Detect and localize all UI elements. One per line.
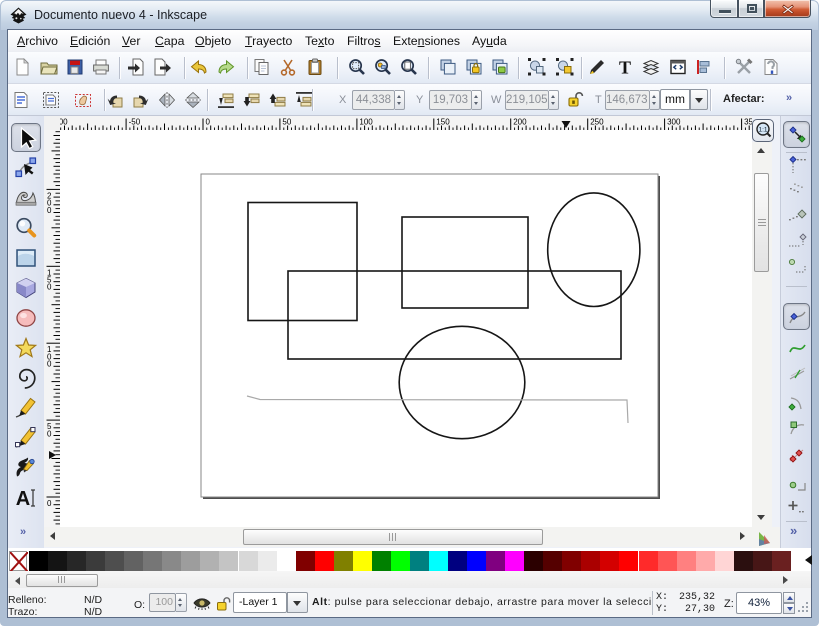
svg-text:0: 0 — [47, 499, 52, 508]
svg-text:-100: -100 — [60, 118, 68, 127]
svg-text:100: 100 — [359, 118, 373, 127]
svg-text:0: 0 — [47, 360, 52, 369]
svg-text:250: 250 — [590, 118, 604, 127]
svg-text:50: 50 — [282, 118, 291, 127]
svg-text:300: 300 — [667, 118, 681, 127]
svg-text:-50: -50 — [129, 118, 141, 127]
svg-text:350: 350 — [744, 118, 752, 127]
svg-text:0: 0 — [47, 283, 52, 292]
svg-text:150: 150 — [436, 118, 450, 127]
svg-text:A: A — [16, 488, 30, 510]
svg-text:T: T — [619, 58, 631, 78]
svg-text:1:1: 1:1 — [758, 127, 767, 134]
svg-text:0: 0 — [47, 429, 52, 438]
svg-text:0: 0 — [206, 118, 211, 127]
svg-text:200: 200 — [513, 118, 527, 127]
svg-text:0: 0 — [47, 206, 52, 215]
